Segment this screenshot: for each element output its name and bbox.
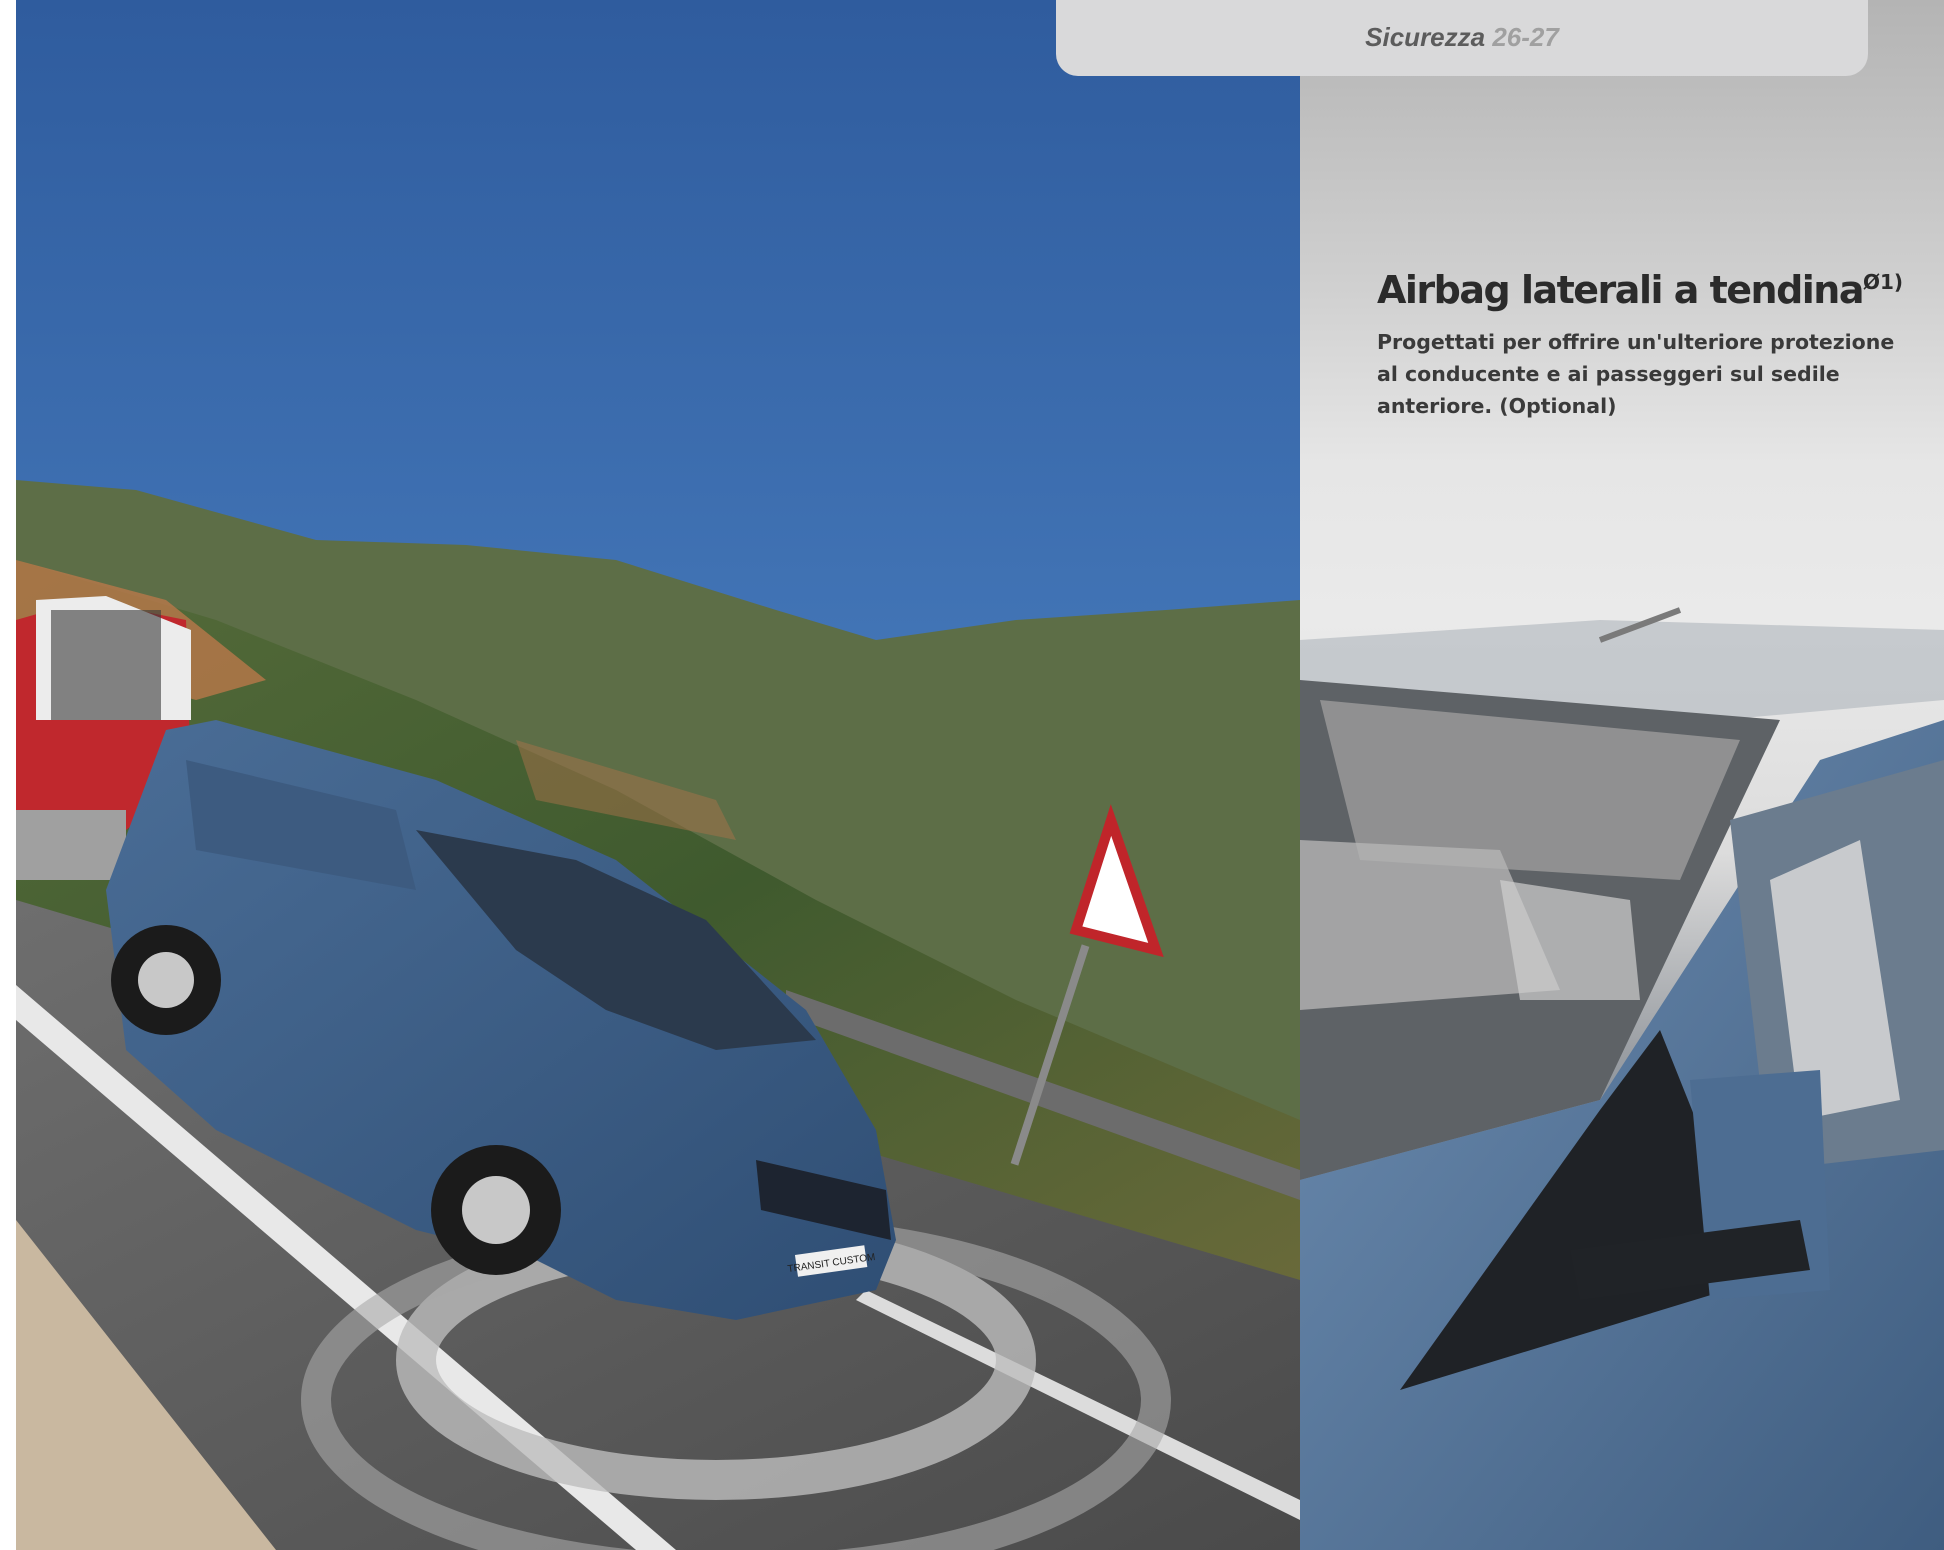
- section-title: Sicurezza: [1365, 22, 1486, 52]
- feature-description: Progettati per offrire un'ulteriore prot…: [1377, 330, 1895, 418]
- van-road-photo: TRANSIT CUSTOM: [16, 0, 1300, 1550]
- feature-title-text: Airbag laterali a tendina: [1377, 268, 1865, 312]
- feature-text-block: Airbag laterali a tendinaØ1) Progettati …: [1377, 256, 1903, 422]
- feature-footnote: Ø1): [1863, 270, 1904, 294]
- feature-title: Airbag laterali a tendinaØ1): [1377, 256, 1903, 316]
- page-header: Sicurezza 26-27: [1056, 22, 1868, 53]
- page-header-tab: Sicurezza 26-27: [1056, 0, 1868, 76]
- airbag-photo: [1300, 0, 1944, 1550]
- page-numbers: 26-27: [1492, 22, 1559, 52]
